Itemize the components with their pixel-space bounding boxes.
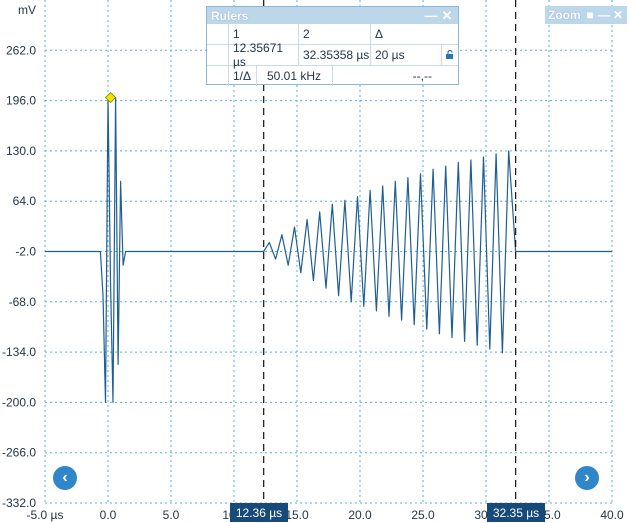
y-tick-label: 262.0 — [6, 43, 36, 57]
minimize-icon[interactable]: — — [598, 8, 610, 22]
x-tick-label: 0.0 — [100, 508, 117, 522]
x-tick-label: -5.0 µs — [27, 508, 64, 522]
y-tick-label: 196.0 — [6, 94, 36, 108]
rulers-panel[interactable]: Rulers — ✕ 1 2 Δ 12.35671 µs 32.35358 µs… — [206, 6, 459, 86]
rulers-col-delta: Δ — [375, 27, 384, 41]
y-tick-label: 64.0 — [13, 194, 37, 208]
y-tick-label: 130.0 — [6, 144, 36, 158]
rulers-corner — [207, 24, 229, 44]
y-tick-label: -266.0 — [2, 446, 36, 460]
x-tick-label: 15.0 — [285, 508, 309, 522]
close-icon[interactable]: ✕ — [440, 8, 454, 23]
rulers-row-spacer-2 — [207, 66, 229, 86]
ruler2-tag[interactable]: 32.35 µs — [487, 503, 545, 522]
inverse-delta-label: 1/Δ — [229, 66, 257, 86]
scroll-right-button[interactable]: › — [575, 466, 599, 490]
close-icon[interactable]: ✕ — [612, 8, 624, 22]
x-tick-label: 20.0 — [348, 508, 372, 522]
y-tick-label: -134.0 — [2, 345, 36, 359]
x-tick-label: 5.0 — [163, 508, 180, 522]
x-tick-label: 25.0 — [411, 508, 435, 522]
y-unit-label: mV — [18, 3, 36, 17]
y-tick-label: -200.0 — [2, 395, 36, 409]
peak-marker — [104, 91, 117, 104]
lock-icon[interactable] — [442, 45, 458, 65]
maximize-icon[interactable]: ■ — [584, 8, 596, 22]
waveform-trace — [45, 91, 612, 403]
rulers-col-2: 2 — [299, 24, 371, 44]
zoom-title: Zoom — [548, 8, 581, 22]
waveform-line — [45, 97, 612, 403]
chevron-left-icon: ‹ — [62, 469, 68, 486]
minimize-icon[interactable]: — — [424, 8, 438, 23]
ruler1-value: 12.35671 µs — [229, 41, 299, 69]
x-tick-label: 40.0 — [600, 508, 624, 522]
inverse-delta-value: 50.01 kHz — [257, 66, 333, 86]
delta-value: 20 µs — [371, 45, 442, 65]
rulers-title: Rulers — [211, 8, 249, 23]
y-tick-label: -68.0 — [9, 295, 37, 309]
ruler2-value: 32.35358 µs — [299, 45, 371, 65]
ruler1-tag[interactable]: 12.36 µs — [230, 503, 288, 522]
extra-value: --,-- — [412, 69, 432, 83]
y-tick-label: -2.0 — [15, 245, 36, 259]
zoom-panel[interactable]: Zoom ■ — ✕ — [545, 6, 627, 24]
chevron-right-icon: › — [584, 469, 590, 486]
scroll-left-button[interactable]: ‹ — [53, 466, 77, 490]
rulers-row-spacer — [207, 45, 229, 65]
